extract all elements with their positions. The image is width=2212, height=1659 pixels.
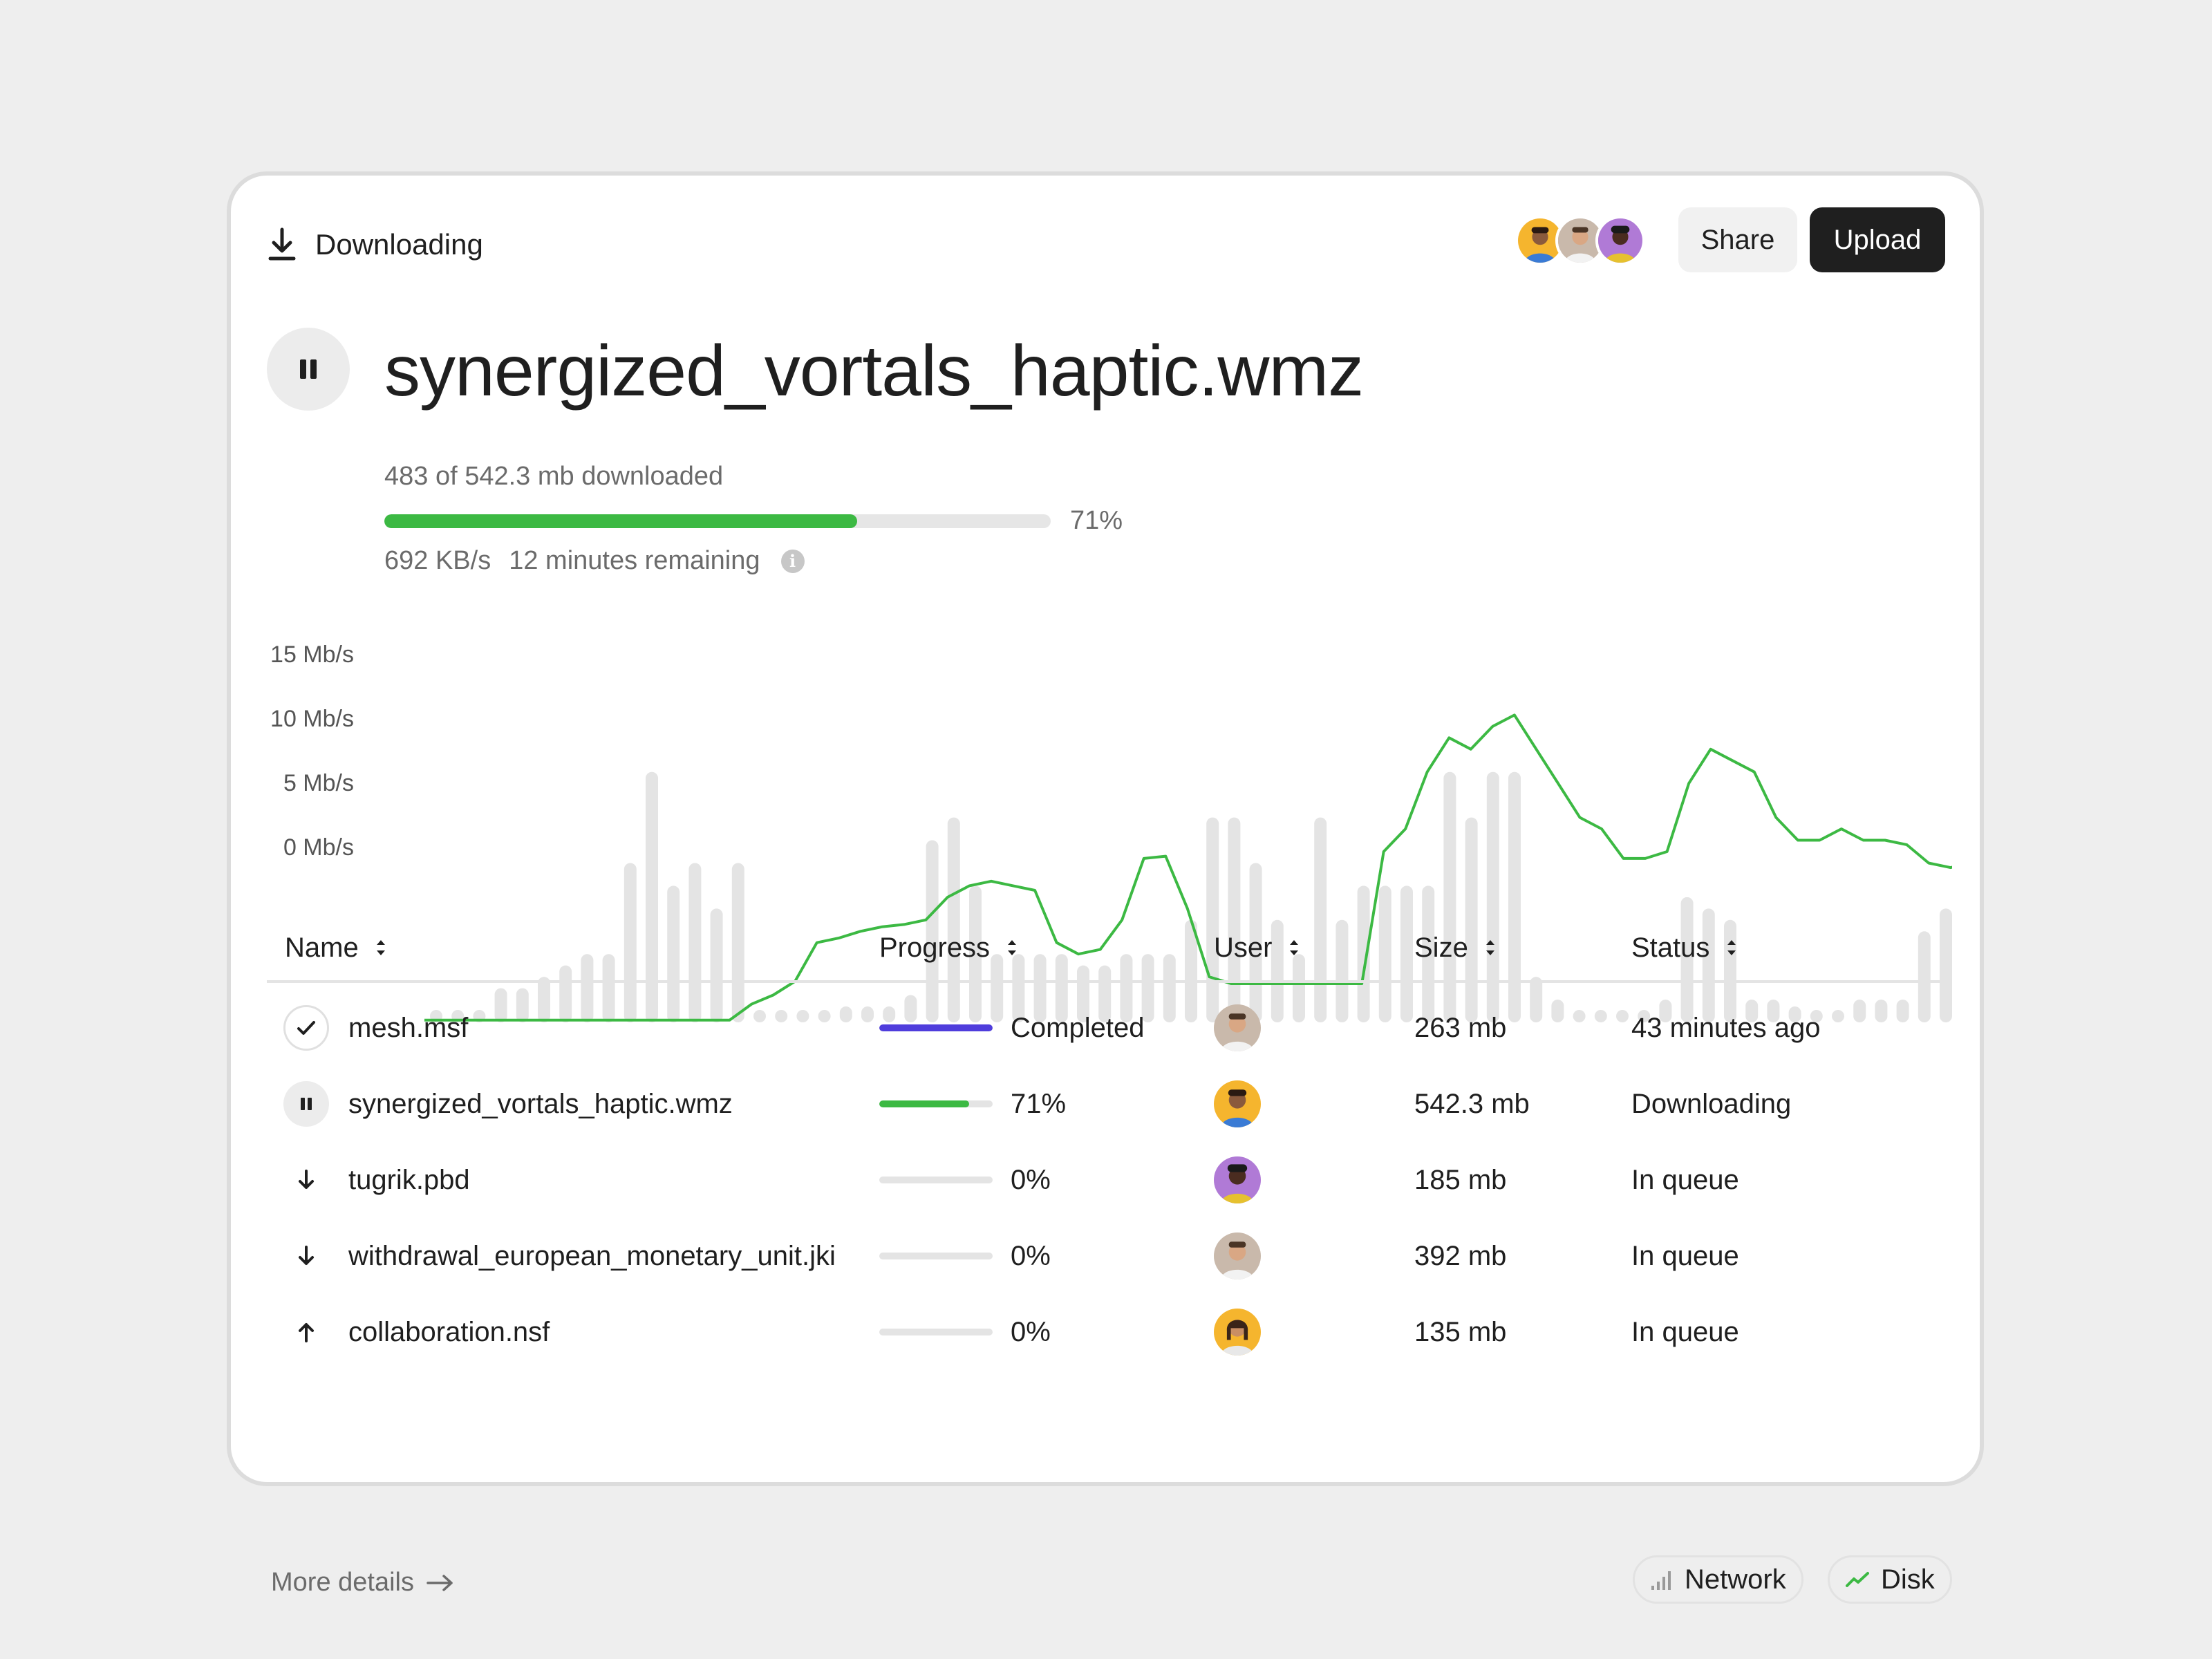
sort-icon (1485, 940, 1494, 955)
table-header: Name Progress User Size Status (267, 915, 1945, 983)
row-progress-bar (879, 1177, 993, 1183)
file-name: mesh.msf (348, 1012, 469, 1043)
arrow-down-icon (283, 1157, 329, 1203)
column-header-user[interactable]: User (1214, 915, 1301, 980)
collaborator-avatars[interactable] (1515, 216, 1645, 265)
file-status: In queue (1631, 1316, 1739, 1347)
table-row[interactable]: tugrik.pbd 0% 185 mb In queue (267, 1142, 1945, 1218)
table-row[interactable]: collaboration.nsf 0% 135 mb In queue (267, 1294, 1945, 1370)
pause-button[interactable] (267, 328, 350, 411)
file-name: withdrawal_european_monetary_unit.jki (348, 1240, 836, 1271)
file-name: tugrik.pbd (348, 1164, 470, 1195)
column-header-size[interactable]: Size (1414, 915, 1497, 980)
column-header-status[interactable]: Status (1631, 915, 1738, 980)
file-size: 542.3 mb (1414, 1088, 1530, 1119)
user-avatar[interactable] (1214, 1294, 1261, 1370)
row-progress: 0% (879, 1294, 1051, 1370)
file-size: 392 mb (1414, 1240, 1507, 1271)
y-tick-label: 0 Mb/s (283, 834, 354, 861)
file-title: synergized_vortals_haptic.wmz (384, 331, 1364, 411)
user-avatar[interactable] (1214, 1066, 1261, 1142)
file-size: 135 mb (1414, 1316, 1507, 1347)
download-speed-info: 692 KB/s 12 minutes remaining i (384, 546, 805, 576)
row-progress-bar (879, 1329, 993, 1335)
chart-bar (1486, 771, 1499, 1022)
y-tick-label: 15 Mb/s (270, 641, 354, 668)
column-header-progress[interactable]: Progress (879, 915, 1019, 980)
download-progress-bar (384, 514, 1051, 528)
column-header-name[interactable]: Name (285, 915, 388, 980)
arrow-right-icon (427, 1574, 453, 1591)
time-remaining: 12 minutes remaining (509, 546, 760, 575)
share-button[interactable]: Share (1678, 207, 1797, 272)
row-progress: 0% (879, 1142, 1051, 1218)
upload-button[interactable]: Upload (1810, 207, 1945, 272)
table-row[interactable]: synergized_vortals_haptic.wmz 71% 542.3 … (267, 1066, 1945, 1142)
row-progress: 0% (879, 1218, 1051, 1294)
sort-icon (1008, 940, 1017, 955)
file-name: collaboration.nsf (348, 1316, 550, 1347)
info-icon[interactable]: i (780, 549, 805, 573)
network-toggle[interactable]: Network (1633, 1555, 1803, 1604)
file-status: In queue (1631, 1240, 1739, 1271)
chart-bar (1508, 771, 1521, 1022)
chart-bar (646, 771, 658, 1022)
pause-icon[interactable] (283, 1081, 329, 1127)
arrow-down-icon (283, 1233, 329, 1279)
row-progress-fill (879, 1024, 993, 1031)
download-progress-fill (384, 514, 858, 528)
file-status: Downloading (1631, 1088, 1792, 1119)
row-progress: Completed (879, 990, 1144, 1066)
avatar[interactable] (1595, 216, 1645, 265)
y-tick-label: 10 Mb/s (270, 706, 354, 732)
signal-bars-icon (1651, 1571, 1671, 1590)
download-card: Downloading Share Upload synergized_vort… (227, 171, 1984, 1604)
arrow-up-icon (283, 1309, 329, 1355)
user-avatar[interactable] (1214, 1142, 1261, 1218)
sort-icon (376, 940, 385, 955)
file-status: In queue (1631, 1164, 1739, 1195)
file-name: synergized_vortals_haptic.wmz (348, 1088, 733, 1119)
file-size: 263 mb (1414, 1012, 1507, 1043)
row-progress-fill (879, 1100, 969, 1107)
file-status: 43 minutes ago (1631, 1012, 1821, 1043)
more-details-link[interactable]: More details (271, 1568, 456, 1597)
y-tick-label: 5 Mb/s (283, 770, 354, 796)
download-speed: 692 KB/s (384, 546, 491, 575)
trend-line-icon (1846, 1572, 1869, 1587)
sort-icon (1290, 940, 1299, 955)
pause-icon (300, 359, 317, 379)
row-progress: 71% (879, 1066, 1066, 1142)
table-row[interactable]: mesh.msf Completed 263 mb 43 minutes ago (267, 990, 1945, 1066)
download-progress-percent: 71% (1070, 506, 1123, 535)
header-status: Downloading (267, 223, 483, 267)
user-avatar[interactable] (1214, 990, 1261, 1066)
downloaded-amount: 483 of 542.3 mb downloaded (384, 462, 724, 491)
row-progress-bar (879, 1100, 993, 1107)
row-progress-bar (879, 1253, 993, 1259)
disk-toggle[interactable]: Disk (1828, 1555, 1952, 1604)
download-icon (268, 227, 296, 261)
chart-bar (1443, 771, 1456, 1022)
sort-icon (1727, 940, 1736, 955)
check-icon (283, 1005, 329, 1051)
user-avatar[interactable] (1214, 1218, 1261, 1294)
header-title: Downloading (315, 228, 483, 261)
file-size: 185 mb (1414, 1164, 1507, 1195)
row-progress-bar (879, 1024, 993, 1031)
table-row[interactable]: withdrawal_european_monetary_unit.jki 0%… (267, 1218, 1945, 1294)
